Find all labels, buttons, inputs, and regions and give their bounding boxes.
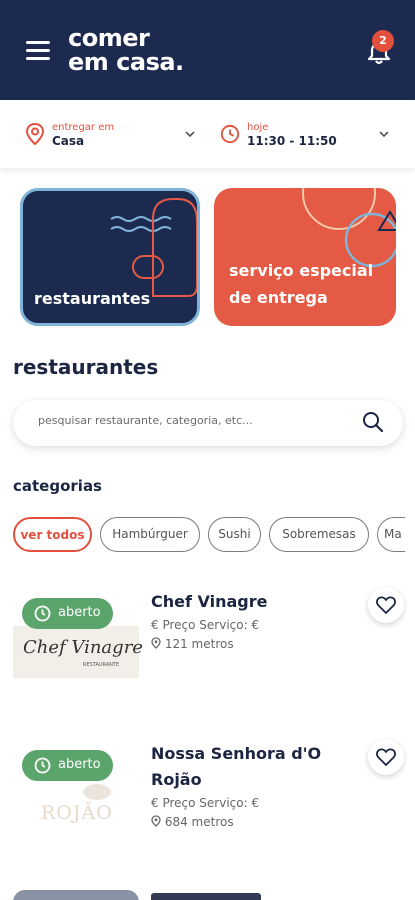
search-icon[interactable] bbox=[361, 410, 385, 434]
special-delivery-card[interactable]: serviço especial de entrega bbox=[214, 188, 396, 326]
restaurant-logo-graphic bbox=[83, 784, 111, 800]
restaurant-distance: 684 metros bbox=[151, 815, 234, 829]
clock-icon bbox=[34, 757, 51, 774]
delivery-address-value: Casa bbox=[52, 134, 85, 148]
restaurant-logo-subtext: RESTAURANTE bbox=[83, 662, 120, 668]
distance-text: 684 metros bbox=[164, 815, 234, 829]
special-delivery-label-line-1: serviço especial bbox=[229, 261, 374, 280]
service-price-text: Preço Serviço: € bbox=[162, 618, 260, 632]
heart-icon bbox=[376, 748, 396, 766]
hamburger-icon[interactable] bbox=[26, 41, 50, 61]
restaurant-name: Chef Vinagre bbox=[151, 592, 268, 611]
clock-icon bbox=[34, 605, 51, 622]
category-chip-sushi[interactable]: Sushi bbox=[208, 517, 261, 552]
search-input[interactable] bbox=[38, 414, 338, 427]
notification-badge: 2 bbox=[372, 30, 394, 52]
euro-icon: € bbox=[151, 618, 163, 632]
restaurant-service-price: € Preço Serviço: € bbox=[151, 618, 259, 632]
restaurant-name: Nossa Senhora d'O bbox=[151, 744, 322, 763]
restaurant-distance: 121 metros bbox=[151, 637, 234, 651]
restaurant-name-line-2: Rojão bbox=[151, 770, 202, 789]
delivery-bar: entregar em Casa hoje 11:30 - 11:50 bbox=[0, 100, 415, 168]
heart-icon bbox=[376, 596, 396, 614]
service-price-text: Preço Serviço: € bbox=[162, 796, 260, 810]
clock-icon bbox=[220, 124, 240, 144]
restaurant-logo-text: ROJÃO bbox=[41, 802, 113, 824]
favorite-button[interactable] bbox=[368, 739, 404, 775]
restaurant-service-price: € Preço Serviço: € bbox=[151, 796, 259, 810]
restaurants-card[interactable]: restaurantes bbox=[20, 188, 200, 326]
category-chip-burger[interactable]: Hambúrguer bbox=[100, 517, 200, 552]
section-title: restaurantes bbox=[13, 355, 159, 379]
delivery-time-selector[interactable]: hoje 11:30 - 11:50 bbox=[220, 120, 395, 150]
category-chip-desserts[interactable]: Sobremesas bbox=[269, 517, 369, 552]
euro-icon: € bbox=[151, 796, 163, 810]
restaurants-card-label: restaurantes bbox=[34, 289, 151, 308]
location-pin-icon bbox=[25, 123, 45, 145]
location-pin-icon bbox=[151, 815, 161, 827]
status-text: aberto bbox=[58, 757, 101, 772]
search-bar bbox=[13, 400, 403, 446]
status-badge: aberto bbox=[22, 598, 113, 629]
category-chips: ver todos Hambúrguer Sushi Sobremesas Ma bbox=[13, 517, 405, 553]
special-delivery-label-line-2: de entrega bbox=[229, 288, 328, 307]
restaurant-name-partial bbox=[151, 893, 261, 900]
restaurant-card-partial[interactable] bbox=[13, 890, 139, 900]
restaurant-logo: Chef Vinagre RESTAURANTE bbox=[13, 626, 143, 678]
restaurant-logo-text: Chef Vinagre bbox=[23, 637, 143, 658]
logo-line-1: comer bbox=[68, 24, 150, 52]
delivery-time-value: 11:30 - 11:50 bbox=[247, 134, 337, 148]
status-badge: aberto bbox=[22, 750, 113, 781]
location-pin-icon bbox=[151, 637, 161, 649]
category-chip-all[interactable]: ver todos bbox=[13, 517, 92, 552]
logo-line-2: em casa. bbox=[68, 48, 184, 76]
restaurant-logo: ROJÃO bbox=[13, 778, 139, 830]
category-chip-more[interactable]: Ma bbox=[377, 517, 405, 552]
status-text: aberto bbox=[58, 605, 101, 620]
restaurant-card[interactable]: ROJÃO aberto Nossa Senhora d'O Rojão € P… bbox=[0, 739, 415, 870]
favorite-button[interactable] bbox=[368, 587, 404, 623]
delivery-address-label: entregar em bbox=[52, 122, 115, 133]
app-logo: comer em casa. bbox=[68, 26, 184, 74]
chevron-down-icon bbox=[379, 131, 389, 138]
distance-text: 121 metros bbox=[164, 637, 234, 651]
categories-title: categorias bbox=[13, 477, 102, 495]
chevron-down-icon bbox=[185, 131, 195, 138]
restaurant-card[interactable]: Chef Vinagre RESTAURANTE aberto Chef Vin… bbox=[0, 587, 415, 720]
app-header: comer em casa. 2 bbox=[0, 0, 415, 100]
delivery-time-label: hoje bbox=[247, 122, 269, 133]
delivery-address-selector[interactable]: entregar em Casa bbox=[25, 120, 200, 150]
